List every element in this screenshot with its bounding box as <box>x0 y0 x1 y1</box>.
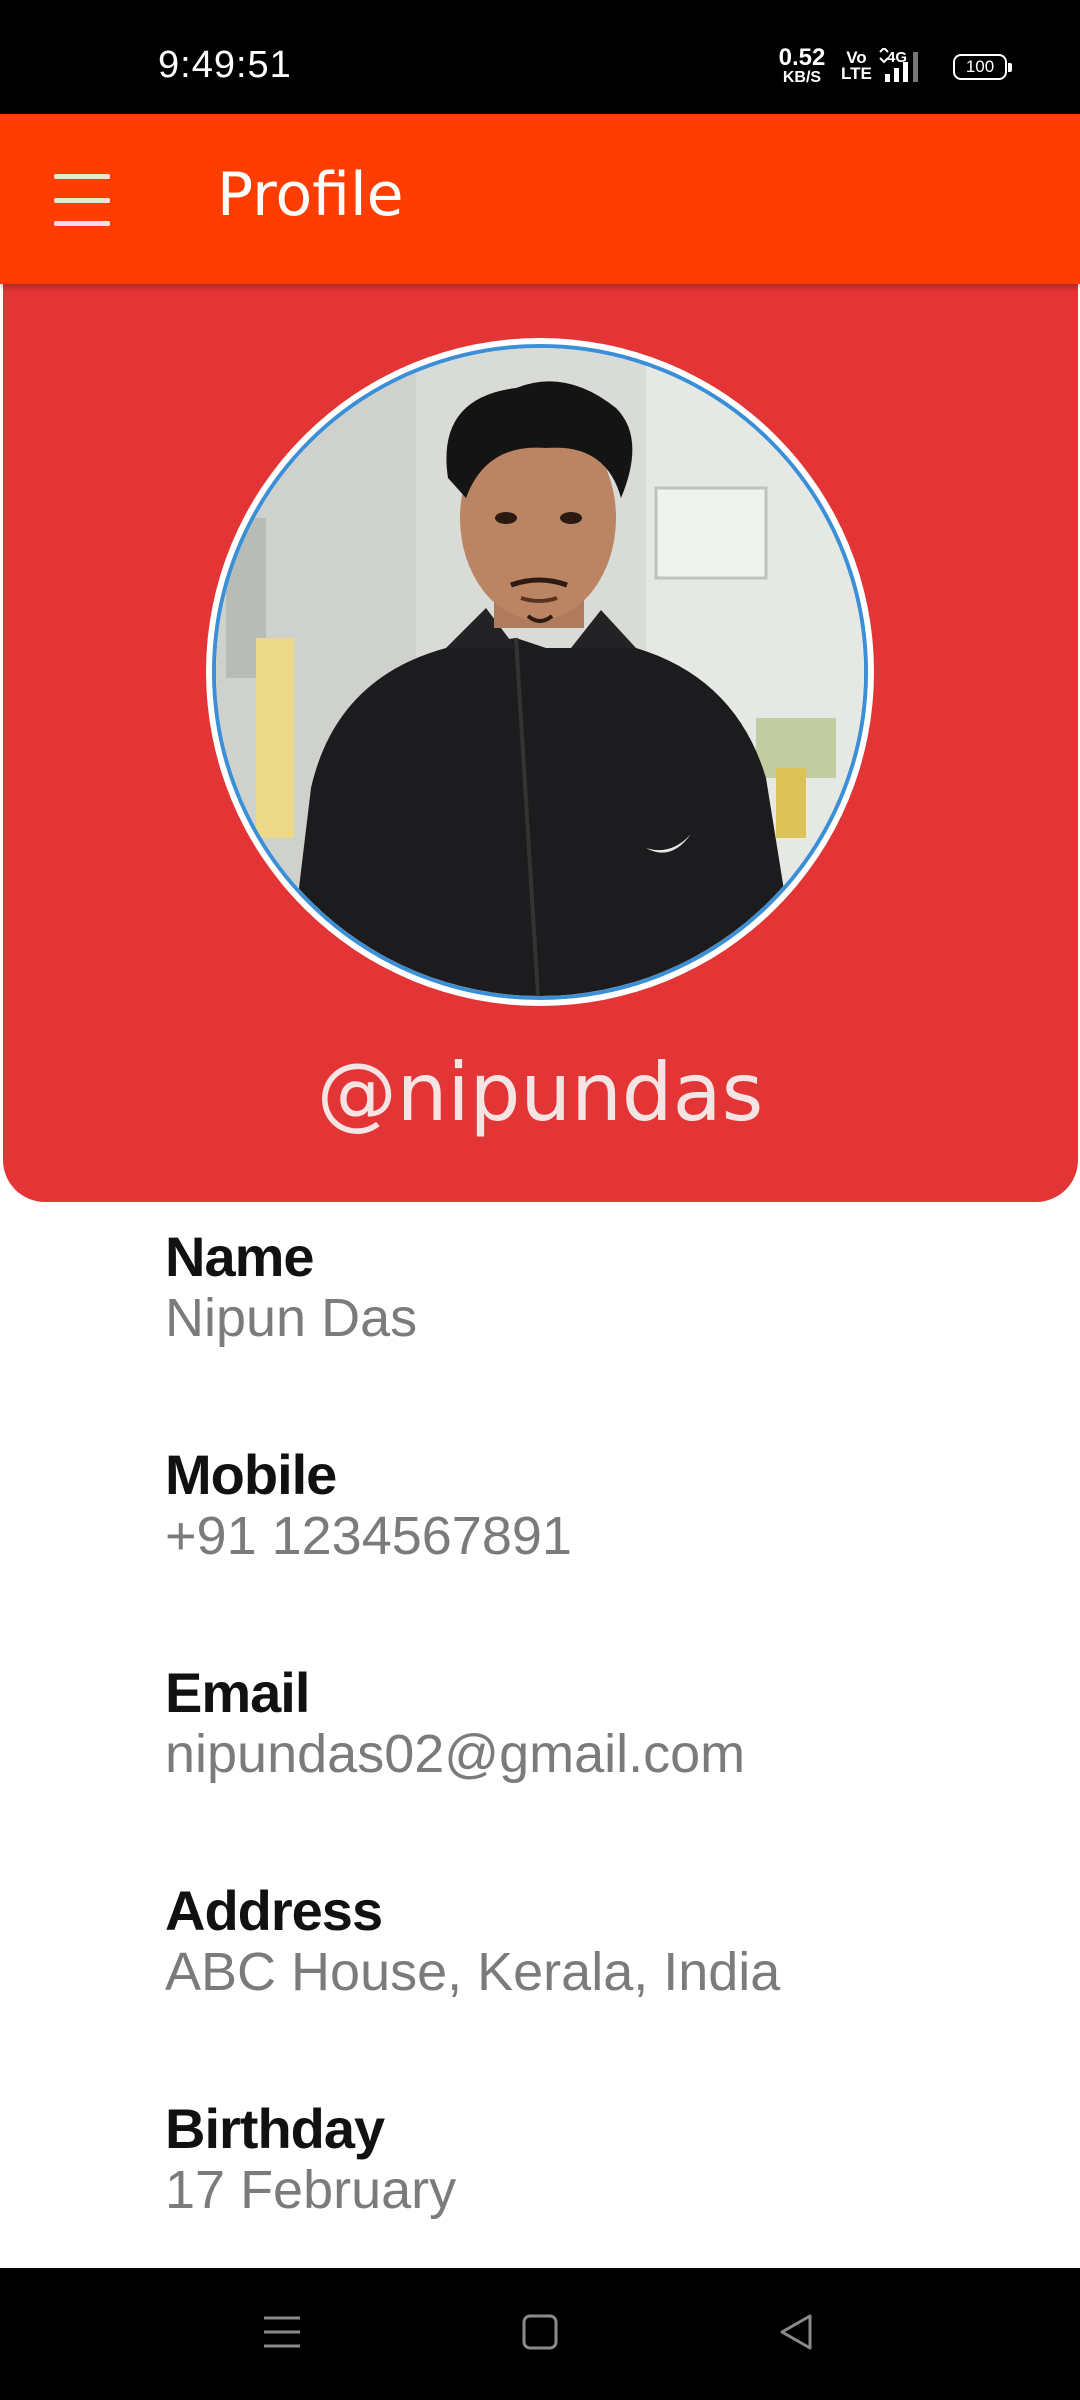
username: @nipundas <box>316 1046 764 1139</box>
field-value: 17 February <box>165 2160 457 2220</box>
field-name: Name Nipun Das <box>165 1226 1045 1444</box>
home-icon[interactable] <box>520 2312 560 2356</box>
hamburger-menu-icon[interactable] <box>48 174 120 226</box>
app-bar: Profile <box>0 114 1080 284</box>
avatar[interactable] <box>206 338 874 1006</box>
recent-apps-icon[interactable] <box>262 2312 302 2356</box>
volte-icon: Vo LTE <box>841 49 872 83</box>
field-mobile: Mobile +91 1234567891 <box>165 1444 1045 1662</box>
field-value: ABC House, Kerala, India <box>165 1942 781 2002</box>
page-title: Profile <box>217 160 404 230</box>
volte-bottom: LTE <box>841 64 872 83</box>
field-label: Email <box>165 1661 310 1724</box>
network-speed: 0.52 KB/S <box>776 46 828 86</box>
field-email: Email nipundas02@gmail.com <box>165 1662 1045 1880</box>
person-photo-icon <box>216 348 864 996</box>
profile-photo <box>212 344 868 1000</box>
field-label: Name <box>165 1225 315 1288</box>
profile-details: Name Nipun Das Mobile +91 1234567891 Ema… <box>165 1226 1045 2316</box>
status-time: 9:49:51 <box>158 44 292 86</box>
signal-icon: 4G <box>877 46 937 88</box>
battery-icon: 100 <box>953 54 1012 80</box>
status-bar: 9:49:51 0.52 KB/S Vo LTE 4G 100 <box>0 0 1080 114</box>
field-label: Mobile <box>165 1443 337 1506</box>
field-value: Nipun Das <box>165 1288 418 1348</box>
system-nav-bar <box>0 2268 1080 2400</box>
field-value: +91 1234567891 <box>165 1506 572 1566</box>
field-label: Birthday <box>165 2097 385 2160</box>
field-address: Address ABC House, Kerala, India <box>165 1880 1045 2098</box>
network-speed-value: 0.52 <box>778 44 826 71</box>
field-value: nipundas02@gmail.com <box>165 1724 746 1784</box>
back-icon[interactable] <box>776 2312 816 2356</box>
field-label: Address <box>165 1879 383 1942</box>
network-speed-unit: KB/S <box>782 69 822 86</box>
battery-level: 100 <box>965 57 995 76</box>
